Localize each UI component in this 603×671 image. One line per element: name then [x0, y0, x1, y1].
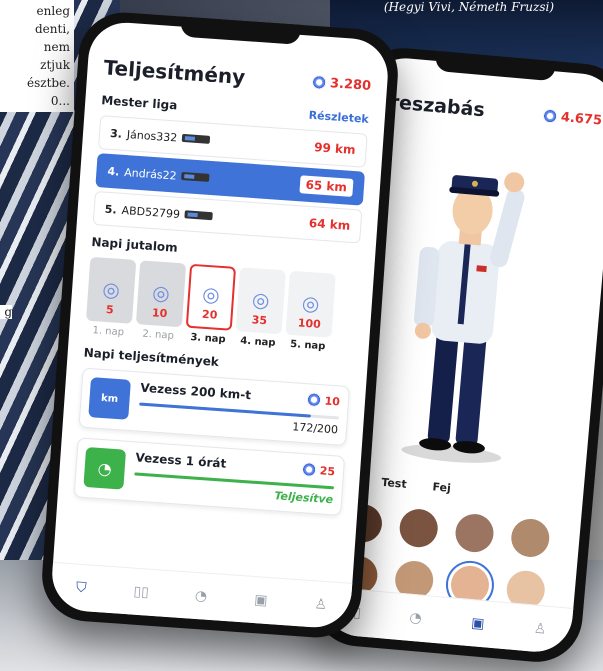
reward-day-label: 4. nap	[239, 335, 276, 349]
player-name: András22	[123, 165, 178, 183]
distance-km: 64 km	[308, 215, 351, 233]
customize-tabs: n Test Fej	[333, 472, 583, 507]
route-icon: km	[88, 377, 131, 420]
coin-icon	[542, 108, 558, 124]
player-name: ABD52799	[121, 203, 181, 221]
clock-icon: ◔	[83, 446, 127, 490]
league-name: Mester liga	[100, 93, 178, 113]
page-title: Teljesítmény	[102, 55, 247, 90]
league-ranking: 3. János332 99 km 4. András22 65 km 5. ABD52799…	[92, 115, 368, 244]
reward-value: 35	[251, 313, 268, 328]
rank-number: 5.	[104, 202, 118, 216]
phone-front: Teljesítmény 3.280 Mester liga Részletek…	[39, 9, 401, 641]
reward-day-label: 1. nap	[92, 325, 125, 339]
coin-stack-icon: ◎	[151, 280, 171, 306]
task-reward: 25	[301, 462, 336, 478]
reward-value: 5	[105, 303, 115, 317]
achievements-screen: Teljesítmény 3.280 Mester liga Részletek…	[49, 20, 391, 630]
reward-value: 100	[297, 316, 322, 332]
nav-timer-icon[interactable]: ◔	[403, 605, 429, 631]
coin-stack-icon: ◎	[101, 276, 121, 302]
skin-swatch[interactable]	[453, 512, 496, 554]
police-officer-avatar	[401, 172, 525, 463]
tab-head[interactable]: Fej	[432, 480, 451, 495]
reward-day[interactable]: ◎ 20 3. nap	[185, 263, 237, 346]
reward-day[interactable]: ◎ 10 2. nap	[135, 260, 187, 342]
title-row: Teljesítmény 3.280	[103, 55, 372, 98]
daily-rewards: ◎ 5 1. nap ◎ 10 2. nap ◎ 20 3. nap ◎ 35 4. nap ◎ 100 5…	[85, 256, 358, 355]
title-row: treszabás 4.675	[380, 90, 603, 131]
distance-km: 99 km	[313, 140, 357, 158]
rank-number: 3.	[109, 126, 123, 141]
reward-day-label: 2. nap	[142, 328, 175, 342]
reward-value: 10	[151, 306, 168, 321]
coin-stack-icon: ◎	[301, 290, 321, 316]
photo-caption: (Hegyi Vivi, Németh Fruzsi)	[383, 0, 554, 14]
reward-day-label: 3. nap	[190, 331, 226, 346]
skin-swatch[interactable]	[509, 517, 551, 559]
reward-day[interactable]: ◎ 35 4. nap	[235, 267, 286, 349]
license-plate-icon	[184, 210, 214, 221]
coin-icon	[306, 392, 322, 408]
rank-number: 4.	[107, 164, 120, 179]
license-plate-icon	[181, 171, 210, 182]
nav-car-icon[interactable]: ▣	[248, 588, 274, 614]
nav-book-icon[interactable]: ▯▯	[128, 579, 154, 605]
coin-icon	[311, 74, 327, 90]
reward-day[interactable]: ◎ 5 1. nap	[85, 256, 137, 339]
reward-value: 20	[201, 307, 218, 322]
coin-stack-icon: ◎	[201, 281, 221, 307]
coin-stack-icon: ◎	[251, 287, 271, 313]
article-text-fragment: enleg denti, nem ztjuk észtbe. 0...	[0, 0, 74, 112]
reward-day-label: 5. nap	[289, 338, 326, 353]
nav-timer-icon[interactable]: ◔	[188, 584, 214, 610]
nav-shield-icon[interactable]: ⛉	[69, 575, 95, 601]
task-label: Vezess 200 km-t	[139, 380, 252, 403]
details-link[interactable]: Részletek	[308, 108, 369, 125]
coin-balance: 4.675	[542, 108, 603, 128]
article-side-letter: g	[0, 305, 12, 319]
nav-profile-icon[interactable]: ♙	[308, 592, 334, 618]
task-card[interactable]: km Vezess 200 km-t 10 172/200	[78, 367, 351, 447]
bottom-nav-front: ⛉ ▯▯ ◔ ▣ ♙	[49, 561, 353, 630]
player-name: János332	[126, 127, 178, 145]
coin-balance: 3.280	[311, 74, 372, 93]
nav-car-icon[interactable]: ▣	[465, 611, 491, 637]
task-reward: 10	[306, 392, 340, 408]
task-card[interactable]: ◔ Vezess 1 órát 25 Teljesítve	[73, 437, 346, 516]
skin-swatch[interactable]	[398, 507, 440, 549]
tab-body[interactable]: Test	[381, 476, 407, 491]
task-label: Vezess 1 órát	[135, 450, 227, 471]
reward-day[interactable]: ◎ 100 5. nap	[284, 270, 336, 353]
distance-km: 65 km	[299, 175, 354, 197]
coin-icon	[301, 462, 317, 478]
nav-profile-icon[interactable]: ♙	[527, 616, 553, 642]
license-plate-icon	[181, 133, 211, 144]
